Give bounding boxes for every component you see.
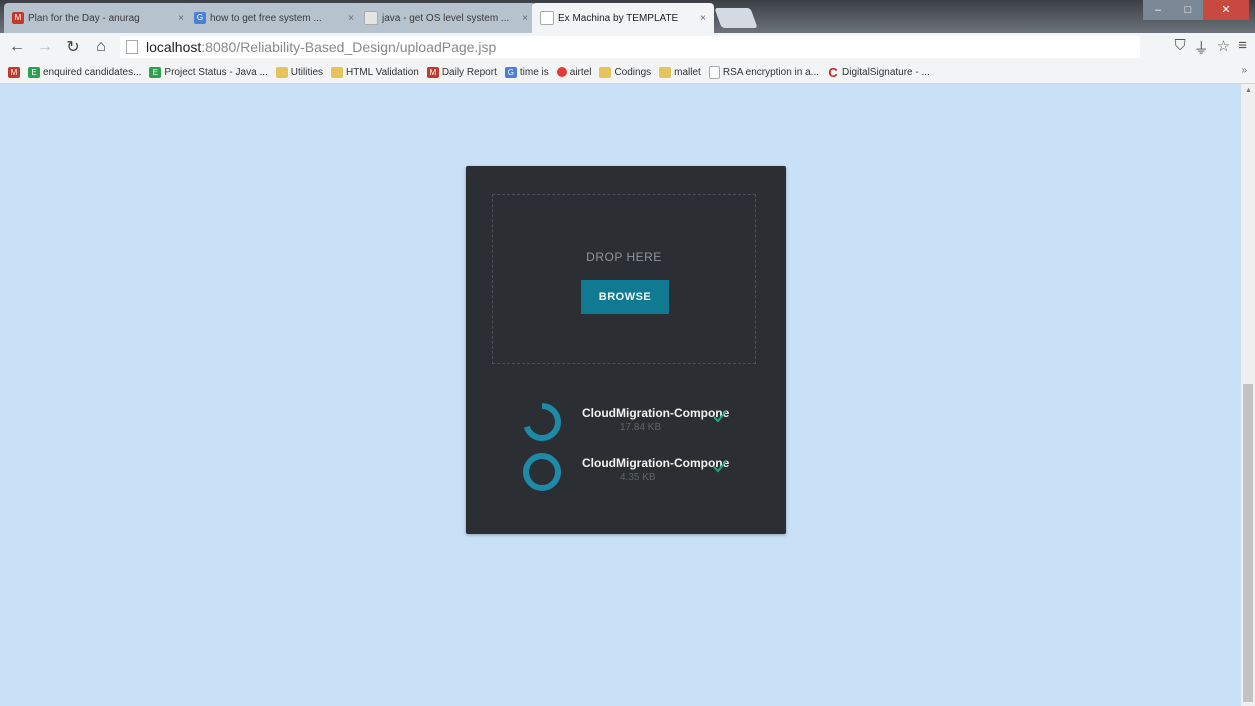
bookmark-codings[interactable]: Codings	[599, 66, 652, 78]
file-name: CloudMigration-Compone	[582, 406, 730, 420]
file-size: 17.84 KB	[620, 422, 662, 433]
file-size: 4.35 KB	[620, 472, 656, 483]
bookmark-label: mallet	[674, 66, 701, 78]
bookmark-label: airtel	[569, 66, 592, 78]
sheets-icon: E	[28, 66, 40, 78]
tab-close-icon[interactable]: ×	[348, 13, 354, 24]
bookmark-enquired-candidates[interactable]: E enquired candidates...	[28, 66, 142, 78]
bookmark-label: Project Status - Java ...	[164, 66, 268, 78]
home-icon[interactable]: ⌂	[90, 36, 112, 58]
close-window-icon[interactable]: ✕	[1203, 0, 1249, 20]
tab-plan-for-the-day[interactable]: M Plan for the Day - anurag ×	[4, 3, 192, 33]
bookmark-label: DigitalSignature - ...	[842, 66, 930, 78]
browser-toolbar: ← → ↻ ⌂ localhost:8080/Reliability-Based…	[0, 33, 1255, 61]
bookmark-time-is[interactable]: G time is	[504, 66, 549, 78]
sheets-icon: E	[149, 66, 162, 78]
url-path: :8080/Reliability-Based_Design/uploadPag…	[201, 39, 497, 55]
tab-title: Plan for the Day - anurag	[28, 12, 140, 24]
google-favicon-icon: G	[194, 12, 206, 24]
drop-zone[interactable]: DROP HERE BROWSE	[492, 194, 756, 364]
tab-strip: M Plan for the Day - anurag × G how to g…	[0, 0, 1255, 33]
scrollbar-thumb[interactable]	[1243, 384, 1253, 702]
tab-how-to-get-free-system[interactable]: G how to get free system ... ×	[186, 3, 362, 33]
maximize-icon[interactable]: □	[1173, 0, 1203, 20]
airtel-icon	[556, 67, 567, 77]
tab-close-icon[interactable]: ×	[700, 13, 706, 24]
tab-title: how to get free system ...	[210, 12, 322, 24]
bookmarks-bar: M E enquired candidates... E Project Sta…	[0, 61, 1255, 84]
checkmark-icon	[713, 410, 727, 423]
tab-ex-machina[interactable]: Ex Machina by TEMPLATE ×	[532, 3, 714, 33]
page-favicon-icon	[364, 11, 378, 25]
forward-arrow-icon[interactable]: →	[34, 36, 56, 58]
bookmark-daily-report[interactable]: M Daily Report	[426, 66, 497, 78]
gmail-icon: M	[426, 66, 439, 78]
gmail-icon: M	[8, 66, 20, 78]
window-controls: – □ ✕	[1143, 0, 1249, 20]
shield-extension-icon[interactable]: ⛉	[1175, 37, 1186, 58]
bookmark-label: Daily Report	[441, 66, 497, 78]
bookmark-gmail[interactable]: M	[8, 66, 20, 78]
address-bar[interactable]: localhost:8080/Reliability-Based_Design/…	[120, 36, 1140, 58]
menu-icon[interactable]: ≡	[1238, 37, 1247, 58]
tab-close-icon[interactable]: ×	[522, 13, 528, 24]
checkmark-icon	[713, 460, 727, 473]
bookmark-label: Utilities	[290, 66, 324, 78]
folder-icon	[659, 66, 672, 78]
gmail-favicon-icon: M	[12, 12, 24, 24]
url-host: localhost	[146, 39, 202, 55]
bookmark-label: time is	[519, 66, 549, 78]
reload-icon[interactable]: ↻	[62, 36, 84, 58]
page-favicon-icon	[540, 11, 554, 25]
bookmark-mallet[interactable]: mallet	[659, 66, 701, 78]
tab-title: Ex Machina by TEMPLATE	[558, 12, 679, 24]
folder-icon	[275, 66, 288, 78]
bookmark-label: enquired candidates...	[43, 66, 142, 78]
bookmark-html-validation[interactable]: HTML Validation	[331, 66, 419, 78]
tab-title: java - get OS level system ...	[382, 12, 510, 24]
page-scrollbar[interactable]: ▲	[1241, 84, 1255, 706]
bookmark-rsa-encryption[interactable]: RSA encryption in a...	[708, 65, 820, 79]
bookmark-project-status[interactable]: E Project Status - Java ...	[149, 66, 268, 78]
bookmark-label: RSA encryption in a...	[722, 66, 820, 78]
uploaded-file-item: CloudMigration-Compone 4.35 KB	[520, 450, 760, 500]
back-arrow-icon[interactable]: ←	[6, 36, 28, 58]
drop-here-label: DROP HERE	[586, 250, 662, 264]
page-icon	[708, 65, 720, 79]
folder-icon	[599, 66, 612, 78]
bookmark-star-icon[interactable]: ☆	[1217, 37, 1230, 58]
page-icon	[126, 40, 138, 54]
bookmarks-overflow-icon[interactable]: »	[1241, 65, 1247, 76]
bookmark-utilities[interactable]: Utilities	[275, 66, 324, 78]
c-logo-icon: C	[828, 64, 838, 80]
scroll-up-arrow-icon[interactable]: ▲	[1245, 87, 1252, 94]
browse-button[interactable]: BROWSE	[581, 280, 669, 314]
upload-card: DROP HERE BROWSE CloudMigration-Compone …	[466, 166, 786, 534]
uploaded-file-item: CloudMigration-Compone 17.84 KB	[520, 400, 760, 450]
tab-close-icon[interactable]: ×	[178, 13, 184, 24]
bookmark-label: Codings	[614, 66, 652, 78]
upload-progress-ring-icon	[523, 453, 561, 491]
upload-progress-ring-icon	[523, 403, 561, 441]
tab-java-os-level-system[interactable]: java - get OS level system ... ×	[356, 3, 536, 33]
minimize-icon[interactable]: –	[1143, 0, 1173, 20]
file-name: CloudMigration-Compone	[582, 456, 730, 470]
bookmark-digital-signature[interactable]: C DigitalSignature - ...	[827, 64, 930, 80]
filter-extension-icon[interactable]: ⏚	[1194, 37, 1209, 58]
folder-icon	[331, 66, 344, 78]
new-tab-button[interactable]	[714, 8, 758, 28]
bookmark-airtel[interactable]: airtel	[556, 66, 592, 78]
google-icon: G	[504, 66, 517, 78]
bookmark-label: HTML Validation	[346, 66, 419, 78]
